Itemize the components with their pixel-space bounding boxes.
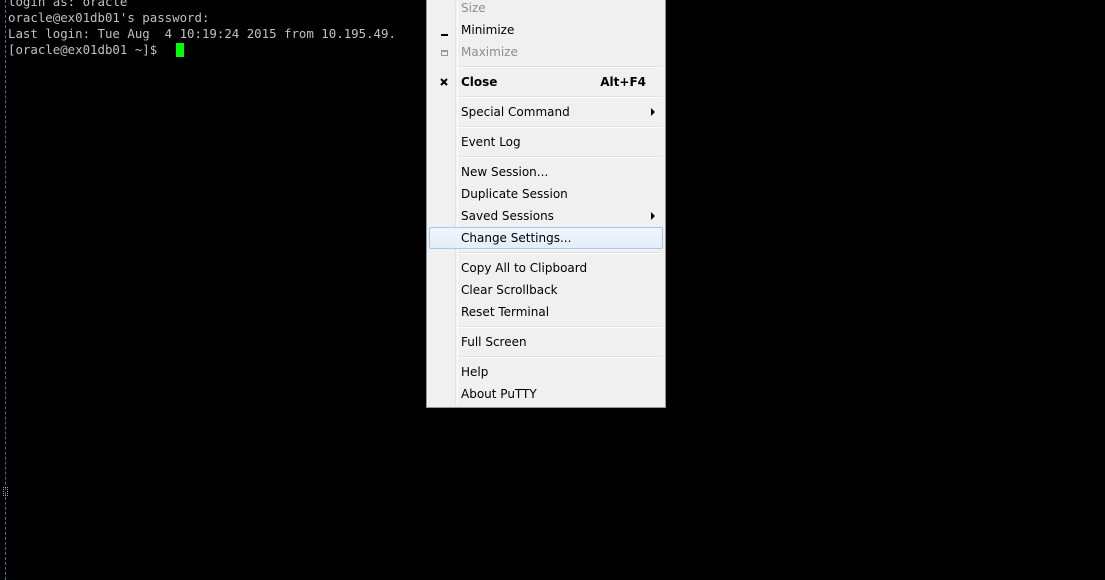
menu-item-saved-sessions[interactable]: Saved Sessions bbox=[429, 205, 663, 227]
menu-item-label: Clear Scrollback bbox=[461, 283, 558, 297]
menu-separator bbox=[458, 156, 662, 158]
menu-separator bbox=[458, 356, 662, 358]
menu-item-minimize[interactable]: Minimize bbox=[429, 19, 663, 41]
menu-item-label: Saved Sessions bbox=[461, 209, 554, 223]
menu-item-label: New Session... bbox=[461, 165, 549, 179]
system-context-menu: Size Minimize Maximize Close Alt+F4 Spec… bbox=[426, 0, 666, 408]
menu-item-label: Minimize bbox=[461, 23, 515, 37]
terminal-line: oracle@ex01db01's password: bbox=[8, 10, 210, 25]
menu-item-label: Close bbox=[461, 75, 498, 89]
menu-item-change-settings[interactable]: Change Settings... bbox=[429, 227, 663, 249]
menu-item-label: Reset Terminal bbox=[461, 305, 550, 319]
terminal-line: login as: oracle bbox=[8, 0, 128, 9]
menu-item-full-screen[interactable]: Full Screen bbox=[429, 331, 663, 353]
menu-item-reset-terminal[interactable]: Reset Terminal bbox=[429, 301, 663, 323]
menu-item-label: Size bbox=[461, 1, 486, 15]
resize-handle[interactable] bbox=[3, 487, 8, 496]
menu-separator bbox=[458, 96, 662, 98]
menu-item-close[interactable]: Close Alt+F4 bbox=[429, 71, 663, 93]
menu-item-label: About PuTTY bbox=[461, 387, 537, 401]
maximize-icon bbox=[441, 50, 448, 56]
menu-item-maximize[interactable]: Maximize bbox=[429, 41, 663, 63]
menu-item-label: Full Screen bbox=[461, 335, 527, 349]
menu-item-help[interactable]: Help bbox=[429, 361, 663, 383]
minimize-icon bbox=[441, 34, 448, 36]
menu-item-about[interactable]: About PuTTY bbox=[429, 383, 663, 405]
menu-item-new-session[interactable]: New Session... bbox=[429, 161, 663, 183]
menu-item-label: Copy All to Clipboard bbox=[461, 261, 588, 275]
menu-item-copy-all[interactable]: Copy All to Clipboard bbox=[429, 257, 663, 279]
close-icon bbox=[440, 78, 448, 86]
menu-item-event-log[interactable]: Event Log bbox=[429, 131, 663, 153]
menu-separator bbox=[458, 66, 662, 68]
menu-separator bbox=[458, 252, 662, 254]
menu-item-clear-scrollback[interactable]: Clear Scrollback bbox=[429, 279, 663, 301]
menu-item-label: Maximize bbox=[461, 45, 518, 59]
terminal-line: Last login: Tue Aug 4 10:19:24 2015 from… bbox=[8, 26, 396, 41]
menu-item-shortcut: Alt+F4 bbox=[600, 75, 646, 89]
menu-item-label: Duplicate Session bbox=[461, 187, 568, 201]
menu-item-label: Change Settings... bbox=[461, 231, 572, 245]
terminal-cursor bbox=[176, 43, 184, 57]
menu-item-special-command[interactable]: Special Command bbox=[429, 101, 663, 123]
menu-separator bbox=[458, 126, 662, 128]
menu-separator bbox=[458, 326, 662, 328]
terminal-prompt: [oracle@ex01db01 ~]$ bbox=[8, 42, 158, 57]
menu-item-label: Event Log bbox=[461, 135, 521, 149]
menu-item-duplicate-session[interactable]: Duplicate Session bbox=[429, 183, 663, 205]
submenu-arrow-icon bbox=[651, 212, 655, 220]
menu-item-label: Help bbox=[461, 365, 489, 379]
menu-item-size[interactable]: Size bbox=[429, 0, 663, 19]
submenu-arrow-icon bbox=[651, 108, 655, 116]
menu-item-label: Special Command bbox=[461, 105, 570, 119]
